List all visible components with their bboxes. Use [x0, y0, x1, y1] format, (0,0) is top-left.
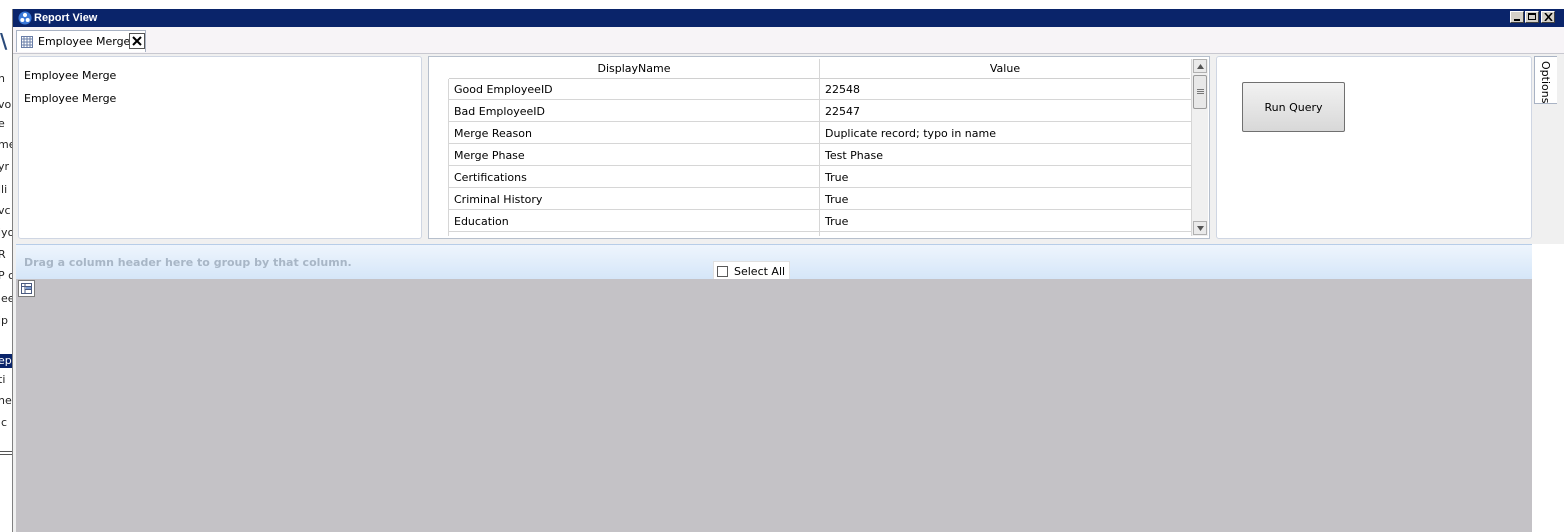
column-chooser-icon	[21, 283, 32, 294]
background-fragment: me	[0, 138, 12, 151]
group-by-hint: Drag a column header here to group by th…	[24, 256, 352, 269]
param-name-cell: Education	[449, 211, 819, 232]
param-value-cell[interactable]: 22548	[820, 79, 1191, 100]
column-header-value[interactable]: Value	[820, 59, 1190, 79]
background-fragment-selected: ep	[0, 354, 12, 368]
background-fragment: P c	[0, 269, 12, 282]
param-value-cell[interactable]: True	[820, 167, 1191, 188]
background-app-strip: \ n vo e me yr lli vc iyo R P c 'ee ip e…	[0, 0, 12, 532]
background-fragment: 'ee	[0, 292, 12, 305]
background-fragment: n	[0, 72, 5, 85]
chevron-down-icon	[1197, 226, 1204, 231]
background-fragment: ne	[0, 394, 12, 407]
background-fragment: ti	[0, 373, 6, 386]
param-value-cell[interactable]: Duplicate record; typo in name	[820, 123, 1191, 144]
options-side-tab[interactable]: Options	[1534, 56, 1557, 104]
background-fragment: yr	[0, 160, 10, 173]
background-fragment: vc	[0, 204, 11, 217]
scroll-up-button[interactable]	[1193, 59, 1207, 73]
report-list-item[interactable]: Employee Merge	[24, 69, 116, 83]
options-tab-label: Options	[1539, 61, 1552, 104]
param-value-cell[interactable]: 22547	[820, 101, 1191, 122]
select-all-control[interactable]: Select All	[713, 261, 790, 281]
param-name-cell: Bad EmployeeID	[449, 101, 819, 122]
param-value-cell[interactable]: Test Phase	[820, 145, 1191, 166]
grid-vertical-scrollbar[interactable]	[1191, 59, 1208, 236]
right-gutter	[1532, 244, 1564, 532]
parameter-grid: DisplayName Value Good EmployeeID 22548 …	[428, 56, 1210, 239]
background-fragment: e	[0, 117, 5, 130]
action-panel: Run Query	[1216, 56, 1532, 239]
background-fragment: 'c	[0, 416, 8, 429]
report-list-item[interactable]: Employee Merge	[24, 92, 116, 106]
select-all-label: Select All	[734, 265, 786, 278]
chevron-up-icon	[1197, 64, 1204, 69]
column-header-displayname[interactable]: DisplayName	[449, 59, 819, 79]
param-name-cell: Merge Reason	[449, 123, 819, 144]
run-query-button[interactable]: Run Query	[1242, 82, 1345, 132]
background-fragment: vo	[0, 98, 12, 111]
scroll-down-button[interactable]	[1193, 221, 1207, 235]
param-name-cell: Merge Phase	[449, 145, 819, 166]
param-name-cell: Criminal History	[449, 189, 819, 210]
param-name-cell: Certifications	[449, 167, 819, 188]
results-grid-area	[16, 279, 1532, 532]
background-fragment: R	[0, 248, 6, 261]
select-all-checkbox[interactable]	[717, 266, 728, 277]
param-name-cell: Good EmployeeID	[449, 79, 819, 100]
column-chooser-button[interactable]	[18, 280, 35, 297]
background-logo: \	[0, 30, 8, 52]
param-value-cell[interactable]: True	[820, 189, 1191, 210]
param-value-cell[interactable]: True	[820, 211, 1191, 232]
window-content: Employee Merge Employee Merge DisplayNam…	[12, 9, 1564, 532]
report-list-panel: Employee Merge Employee Merge	[18, 56, 422, 239]
background-fragment: lli	[0, 183, 8, 196]
grip-icon	[1197, 89, 1204, 94]
background-fragment: iyo	[0, 226, 12, 239]
background-divider	[0, 451, 12, 455]
background-fragment: ip	[0, 314, 9, 327]
scroll-thumb[interactable]	[1193, 75, 1207, 109]
